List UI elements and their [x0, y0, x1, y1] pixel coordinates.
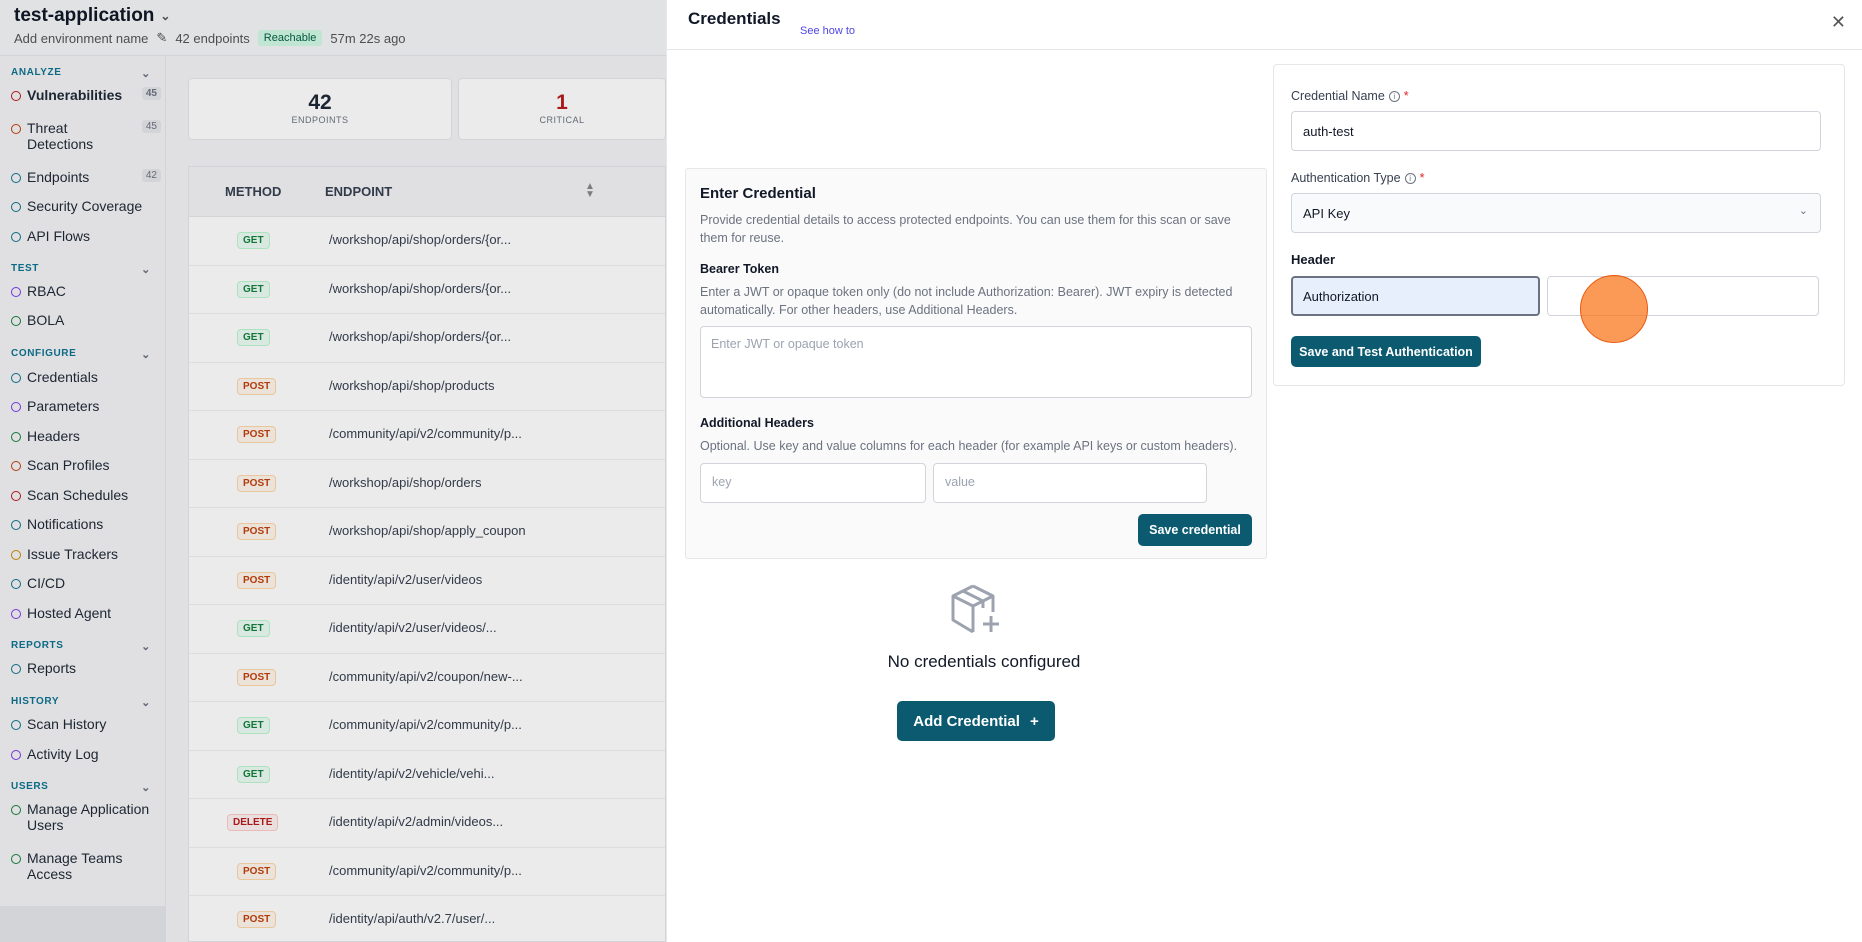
info-icon[interactable]: i — [1404, 172, 1416, 184]
add-credential-button[interactable]: Add Credential + — [897, 701, 1055, 741]
auth-type-select[interactable]: API Key ⌄ — [1291, 193, 1821, 233]
additional-headers-help: Optional. Use key and value columns for … — [700, 439, 1238, 453]
empty-state-text: No credentials configured — [887, 652, 1081, 671]
bearer-token-input[interactable]: Enter JWT or opaque token — [700, 326, 1252, 398]
save-credential-button[interactable]: Save credential — [1138, 514, 1252, 546]
close-icon[interactable]: ✕ — [1831, 12, 1846, 33]
bearer-help: Enter a JWT or opaque token only (do not… — [700, 285, 1233, 317]
chevron-down-icon: ⌄ — [1798, 205, 1808, 217]
click-indicator — [1580, 275, 1648, 343]
save-and-test-button[interactable]: Save and Test Authentication — [1291, 336, 1481, 367]
see-how-link[interactable]: See how to — [800, 25, 855, 37]
header-name-input[interactable]: Authorization — [1291, 276, 1540, 316]
header-key-input[interactable]: key — [700, 463, 926, 503]
additional-headers-label: Additional Headers — [700, 416, 814, 430]
header-value-input[interactable]: value — [933, 463, 1207, 503]
required-marker: * — [1403, 89, 1409, 103]
auth-type-label: Authentication Type i * — [1291, 171, 1425, 185]
package-plus-icon — [951, 584, 999, 634]
credentials-panel: Credentials See how to ✕ Enter Credentia… — [666, 0, 1862, 942]
modal-backdrop[interactable] — [0, 0, 666, 942]
credential-form: Credential Name i * auth-test Authentica… — [1273, 64, 1845, 386]
divider — [667, 49, 1862, 50]
panel-title: Credentials — [688, 9, 781, 28]
header-label: Header — [1291, 252, 1336, 267]
credential-name-input[interactable]: auth-test — [1291, 111, 1821, 151]
plus-icon: + — [1029, 712, 1039, 730]
info-icon[interactable]: i — [1388, 90, 1400, 102]
credential-name-label: Credential Name i * — [1291, 89, 1409, 103]
enter-credential-card: Enter Credential Provide credential deta… — [685, 168, 1267, 559]
required-marker: * — [1419, 171, 1425, 185]
card-title: Enter Credential — [700, 185, 816, 202]
card-description: Provide credential details to access pro… — [700, 213, 1231, 245]
bearer-label: Bearer Token — [700, 262, 779, 276]
